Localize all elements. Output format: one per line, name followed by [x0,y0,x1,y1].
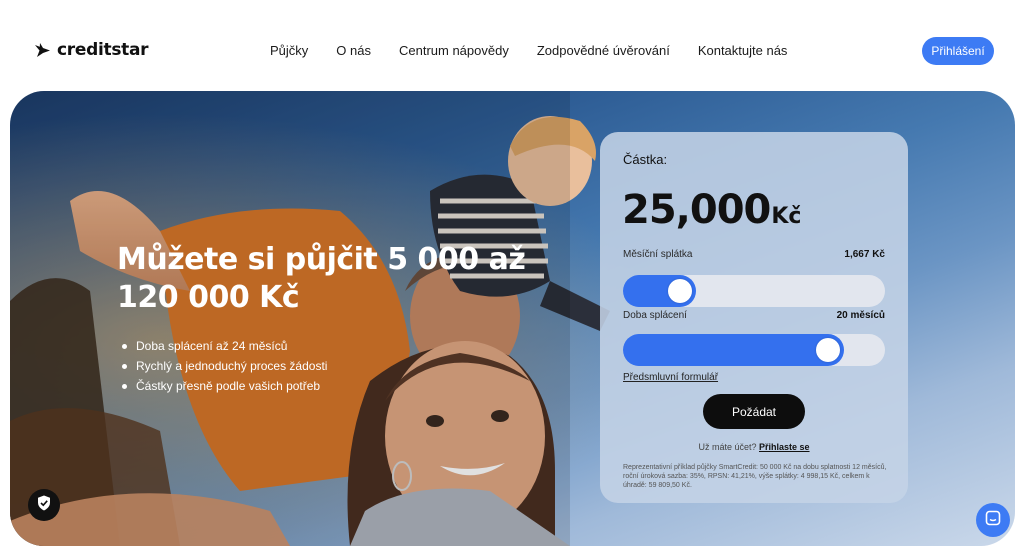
monthly-payment-value: 1,667 Kč [844,249,885,260]
bullet-text: Doba splácení až 24 měsíců [136,339,288,353]
shield-check-icon [37,495,51,516]
hero-section: Můžete si půjčit 5 000 až 120 000 Kč Dob… [10,91,1015,546]
term-row: Doba splácení 20 měsíců [623,310,885,321]
brand-name: creditstar [57,40,149,60]
nav-item-help-center[interactable]: Centrum nápovědy [399,43,509,58]
login-button[interactable]: Přihlášení [922,37,994,65]
monthly-payment-row: Měsíční splátka 1,667 Kč [623,249,885,260]
bullet-icon [122,363,127,369]
bullet-icon [122,383,127,389]
chat-button[interactable] [976,503,1010,537]
star-logo-icon [34,42,51,59]
list-item: Rychlý a jednoduchý proces žádosti [122,356,327,376]
amount-value: 25,000 [622,187,771,233]
term-label: Doba splácení [623,310,687,321]
hero-title: Můžete si půjčit 5 000 až 120 000 Kč [117,242,526,315]
hero-bullet-list: Doba splácení až 24 měsíců Rychlý a jedn… [122,336,327,396]
term-slider-thumb[interactable] [815,338,840,362]
bullet-icon [122,343,127,349]
representative-example: Reprezentativní příklad půjčky SmartCred… [623,464,887,489]
bullet-text: Částky přesně podle vašich potřeb [136,379,321,393]
monthly-payment-label: Měsíční splátka [623,249,693,260]
bullet-text: Rychlý a jednoduchý proces žádosti [136,359,328,373]
amount-display: 25,000 Kč [622,187,801,233]
list-item: Doba splácení až 24 měsíců [122,336,327,356]
term-value: 20 měsíců [836,310,885,321]
account-prompt-text: Už máte účet? [698,442,757,452]
nav-item-responsible-lending[interactable]: Zodpovědné úvěrování [537,43,670,58]
chat-icon [985,510,1001,531]
amount-currency: Kč [771,204,802,229]
login-prompt: Už máte účet? Přihlaste se [600,442,908,452]
login-link[interactable]: Přihlaste se [759,442,810,452]
main-nav: Půjčky O nás Centrum nápovědy Zodpovědné… [270,43,787,58]
pre-contract-form-link[interactable]: Předsmluvní formulář [623,372,718,383]
site-header: creditstar Půjčky O nás Centrum nápovědy… [0,0,1024,92]
nav-item-contact[interactable]: Kontaktujte nás [698,43,788,58]
amount-label: Částka: [623,152,668,167]
nav-item-loans[interactable]: Půjčky [270,43,308,58]
apply-button[interactable]: Požádat [703,394,805,429]
loan-calculator-card: Částka: 25,000 Kč Měsíční splátka 1,667 K… [600,132,908,503]
list-item: Částky přesně podle vašich potřeb [122,376,327,396]
privacy-settings-button[interactable] [28,489,60,521]
term-slider[interactable] [623,334,885,366]
amount-slider[interactable] [623,275,885,307]
term-slider-fill [623,334,844,366]
logo[interactable]: creditstar [34,40,149,60]
nav-item-about[interactable]: O nás [336,43,371,58]
